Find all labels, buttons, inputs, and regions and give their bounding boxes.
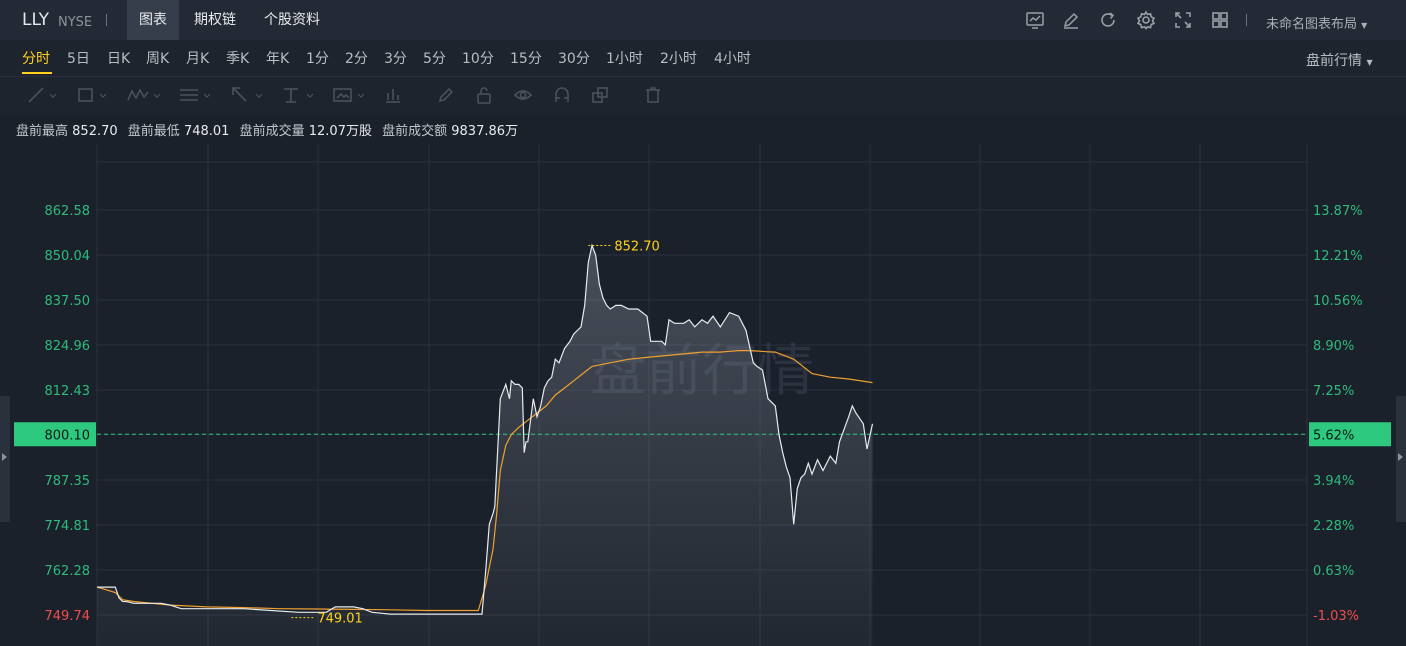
period-30min[interactable]: 30分 [558, 48, 590, 68]
drawing-toolbar [0, 77, 1406, 113]
layers-icon[interactable] [590, 85, 610, 105]
price-tick-label: 762.28 [45, 564, 91, 579]
high-label: 盘前最高 [16, 124, 69, 139]
magnet-icon[interactable] [552, 85, 572, 105]
measure-tool-icon[interactable] [383, 85, 403, 105]
exchange-label: NYSE [58, 15, 93, 30]
ticker-symbol: LLY [22, 10, 50, 30]
chart-indicator-icon[interactable] [1025, 10, 1045, 30]
text-tool-icon[interactable] [281, 85, 314, 105]
period-10min[interactable]: 10分 [462, 48, 494, 68]
period-1min[interactable]: 1分 [306, 48, 329, 68]
settings-icon[interactable] [1136, 10, 1156, 30]
quote-mode-label: 盘前行情 [1306, 53, 1362, 69]
fib-tool-icon[interactable] [178, 85, 211, 105]
fullscreen-icon[interactable] [1173, 10, 1193, 30]
current-pct-label: 5.62% [1313, 428, 1354, 443]
period-5min[interactable]: 5分 [423, 48, 446, 68]
line-tool-icon[interactable] [26, 85, 57, 105]
period-day[interactable]: 日K [107, 48, 130, 68]
price-tick-label: 850.04 [45, 249, 91, 264]
tab-option-chain[interactable]: 期权链 [182, 0, 248, 40]
percent-tick-label: 8.90% [1313, 339, 1354, 354]
amount-value: 9837.86万 [451, 124, 519, 139]
low-label: 盘前最低 [127, 124, 180, 139]
layout-selector[interactable]: 未命名图表布局 ▼ [1266, 13, 1367, 32]
period-3min[interactable]: 3分 [384, 48, 407, 68]
rectangle-tool-icon[interactable] [76, 85, 107, 105]
price-axis: 862.58 850.04 837.50 824.96 812.43 787.35 774.… [45, 204, 91, 624]
wave-tool-icon[interactable] [126, 85, 161, 105]
tab-chart[interactable]: 图表 [127, 0, 179, 40]
current-price-label: 800.10 [45, 428, 91, 443]
period-2min[interactable]: 2分 [345, 48, 368, 68]
divider [106, 14, 107, 26]
intraday-chart[interactable]: 盘前行情 862.58850.04837.50824.96812.43787.3… [0, 142, 1406, 646]
premarket-info: 盘前最高 852.70 盘前最低 748.01 盘前成交量 12.07万股 盘前… [16, 120, 524, 139]
percent-tick-label: 13.87% [1313, 204, 1363, 219]
percent-tick-label: -1.03% [1313, 609, 1359, 624]
arrow-tool-icon[interactable] [230, 85, 263, 105]
refresh-icon[interactable] [1098, 10, 1118, 30]
chevron-down-icon: ▼ [1361, 21, 1368, 30]
percent-tick-label: 2.28% [1313, 519, 1354, 534]
percent-tick-label: 10.56% [1313, 294, 1363, 309]
percent-tick-label: 3.94% [1313, 474, 1354, 489]
period-month[interactable]: 月K [186, 48, 209, 68]
price-tick-label: 837.50 [45, 294, 91, 309]
high-marker-label: 852.70 [614, 239, 660, 254]
price-tick-label: 749.74 [45, 609, 91, 624]
period-week[interactable]: 周K [146, 48, 169, 68]
volume-value: 12.07万股 [308, 124, 372, 139]
top-bar: LLY NYSE 图表 期权链 个股资料 未命名图表布局 ▼ [0, 0, 1406, 40]
percent-tick-label: 0.63% [1313, 564, 1354, 579]
active-period-indicator [22, 72, 52, 74]
trash-icon[interactable] [643, 85, 663, 105]
percent-axis: 13.87% 12.21% 10.56% 8.90% 7.25% 3.94% 2.28% 0.… [1313, 204, 1363, 624]
eye-icon[interactable] [513, 85, 533, 105]
price-tick-label: 787.35 [45, 474, 91, 489]
image-tool-icon[interactable] [332, 85, 365, 105]
low-value: 748.01 [183, 124, 230, 139]
chevron-down-icon: ▼ [1366, 58, 1373, 67]
tab-stock-profile[interactable]: 个股资料 [252, 0, 332, 40]
price-tick-label: 824.96 [45, 339, 91, 354]
price-tick-label: 812.43 [45, 384, 91, 399]
layout-name: 未命名图表布局 [1266, 17, 1358, 32]
amount-label: 盘前成交额 [382, 124, 448, 139]
period-15min[interactable]: 15分 [510, 48, 542, 68]
period-year[interactable]: 年K [266, 48, 289, 68]
percent-tick-label: 7.25% [1313, 384, 1354, 399]
grid-layout-icon[interactable] [1210, 10, 1230, 30]
edit-icon[interactable] [1061, 10, 1081, 30]
period-intraday[interactable]: 分时 [22, 48, 50, 68]
pen-icon[interactable] [436, 85, 456, 105]
price-tick-label: 862.58 [45, 204, 91, 219]
volume-label: 盘前成交量 [239, 124, 305, 139]
high-value: 852.70 [72, 124, 118, 139]
period-5d[interactable]: 5日 [67, 48, 90, 68]
period-1h[interactable]: 1小时 [606, 48, 643, 68]
period-quarter[interactable]: 季K [226, 48, 249, 68]
low-marker-label: 749.01 [317, 612, 363, 627]
divider [1246, 14, 1247, 26]
period-4h[interactable]: 4小时 [714, 48, 751, 68]
percent-tick-label: 12.21% [1313, 249, 1363, 264]
quote-mode-selector[interactable]: 盘前行情 ▼ [1306, 50, 1373, 70]
lock-icon[interactable] [474, 85, 494, 105]
price-tick-label: 774.81 [45, 519, 91, 534]
period-2h[interactable]: 2小时 [660, 48, 697, 68]
period-bar: 分时 5日 日K 周K 月K 季K 年K 1分 2分 3分 5分 10分 15分… [0, 40, 1406, 77]
